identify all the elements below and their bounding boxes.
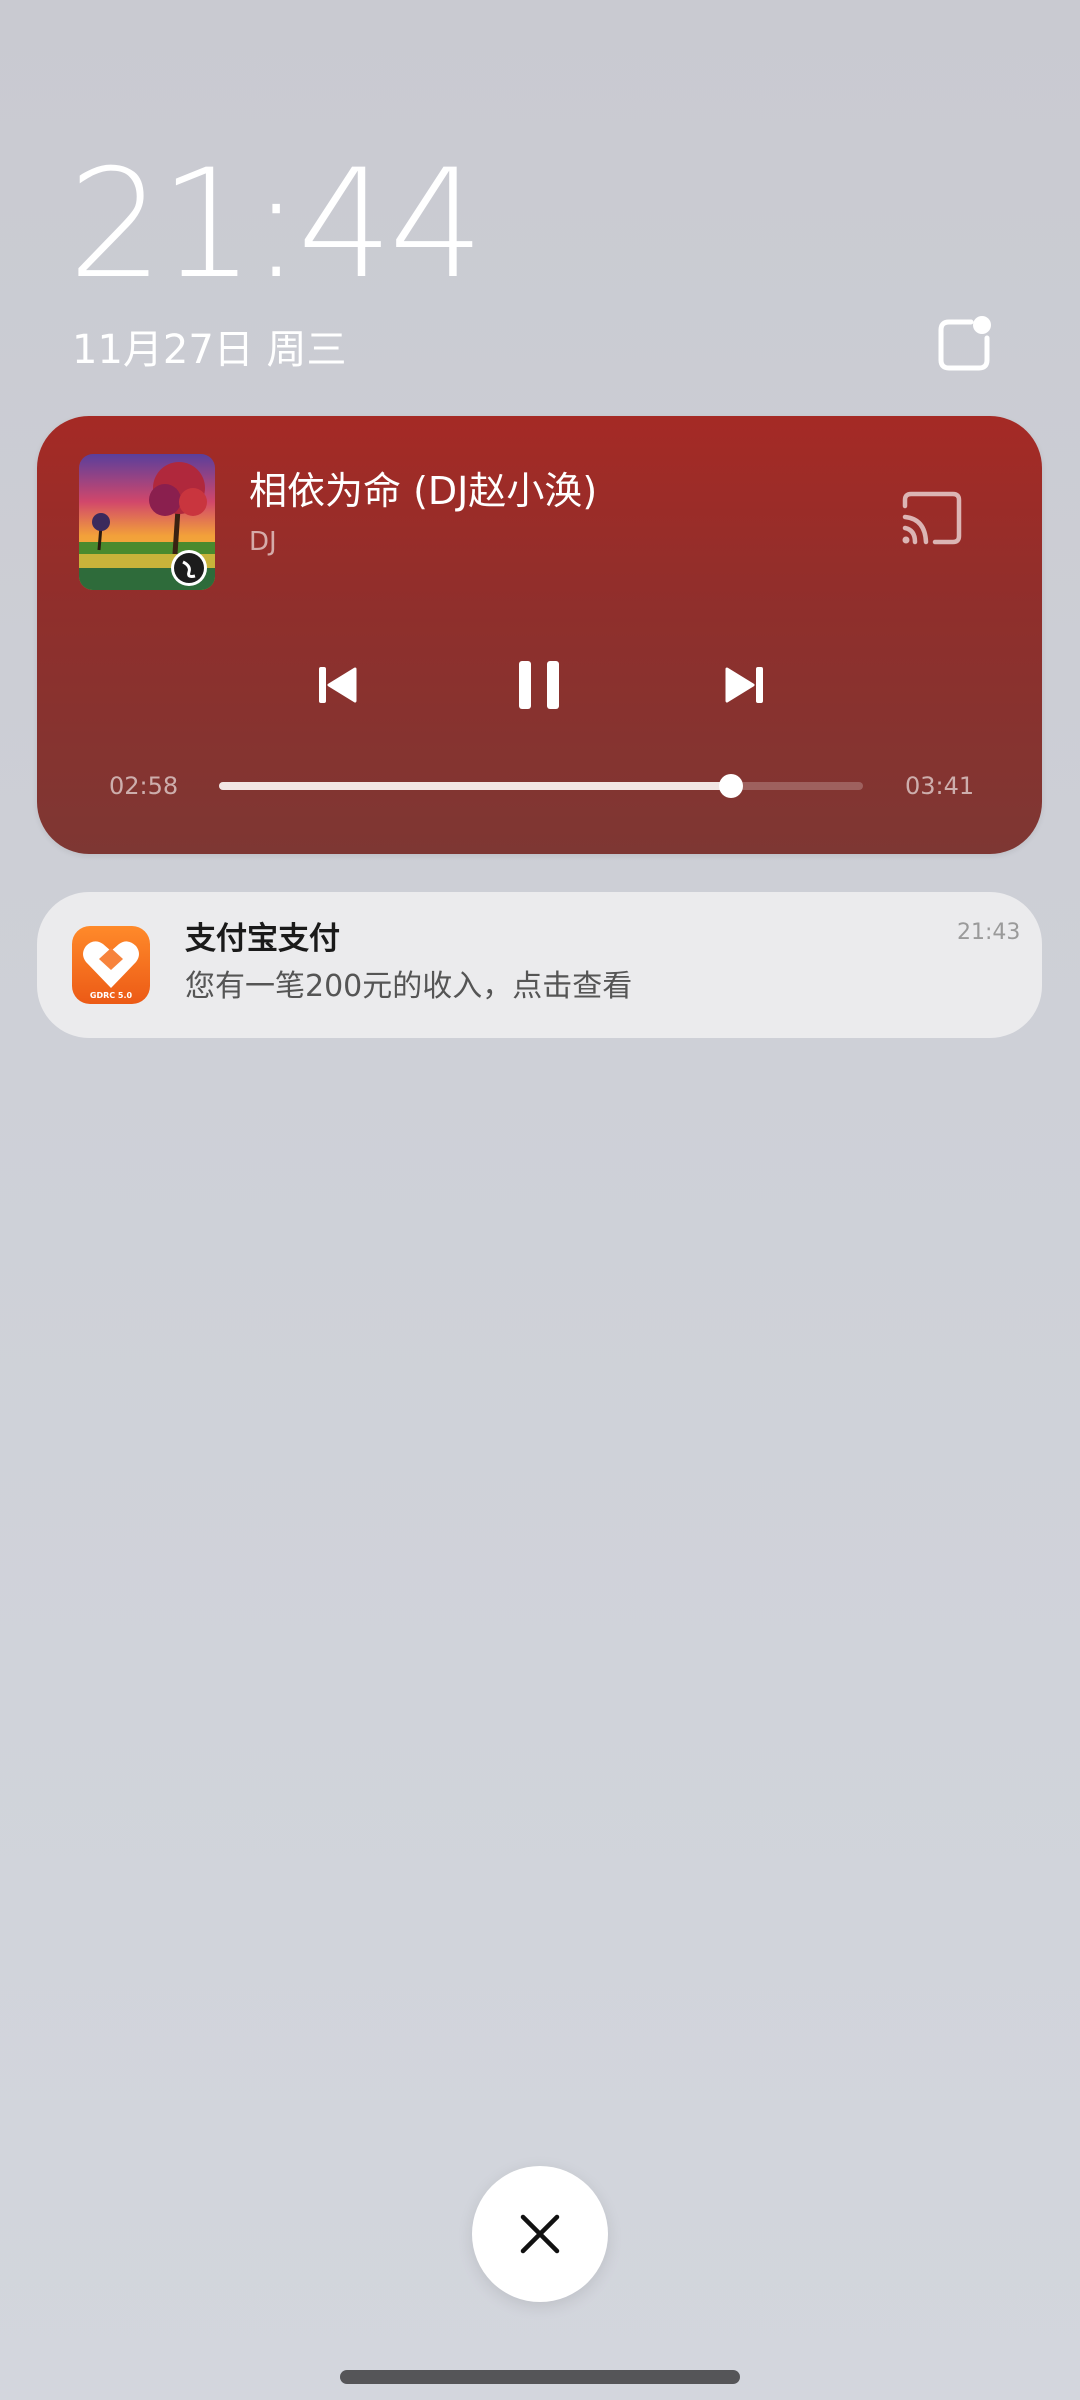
previous-track-button[interactable] — [302, 650, 372, 720]
lockscreen-clock: 21:44 — [68, 138, 484, 312]
total-duration: 03:41 — [905, 772, 975, 800]
lockscreen-date: 11月27日 周三 — [72, 327, 347, 373]
next-track-button[interactable] — [710, 650, 780, 720]
skip-previous-icon — [319, 667, 357, 703]
notification-time: 21:43 — [957, 920, 1021, 945]
elapsed-time: 02:58 — [109, 772, 179, 800]
pause-icon — [519, 661, 559, 709]
home-indicator[interactable] — [340, 2370, 740, 2384]
album-art[interactable] — [79, 454, 215, 590]
progress-thumb[interactable] — [718, 774, 743, 798]
progress-slider[interactable] — [219, 774, 863, 798]
skip-next-icon — [725, 667, 763, 703]
gdrc-heart-app-icon: GDRC 5.0 — [72, 926, 150, 1004]
cast-icon[interactable] — [899, 490, 965, 548]
payment-notification[interactable]: GDRC 5.0 支付宝支付 您有一笔200元的收入，点击查看 21:43 — [37, 892, 1042, 1038]
close-icon — [520, 2214, 560, 2254]
notes-icon[interactable] — [935, 312, 997, 374]
notification-title: 支付宝支付 — [185, 921, 340, 957]
song-artist: DJ — [249, 527, 277, 557]
clear-all-button[interactable] — [472, 2166, 608, 2302]
app-icon-label: GDRC 5.0 — [90, 991, 133, 1000]
notification-body: 您有一笔200元的收入，点击查看 — [185, 969, 633, 1004]
pause-button[interactable] — [504, 650, 574, 720]
media-player-card[interactable]: 相依为命 (DJ赵小涣) DJ 02:58 03:41 — [37, 416, 1042, 854]
progress-fill — [219, 782, 731, 790]
song-title: 相依为命 (DJ赵小涣) — [249, 469, 598, 513]
